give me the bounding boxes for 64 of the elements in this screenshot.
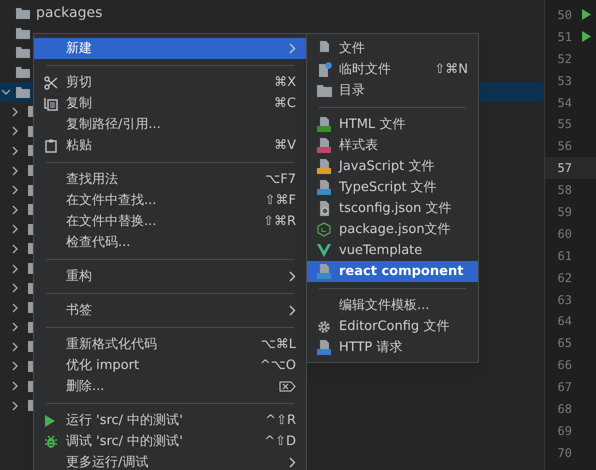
line-number: 62 (556, 270, 572, 287)
menu-item-label: 重新格式化代码 (66, 336, 158, 354)
line-number: 50 (556, 6, 572, 24)
line-number: 55 (556, 116, 572, 134)
shortcut-text: ⌥⌘L (260, 336, 296, 354)
shortcut-text: ^⌥O (260, 356, 296, 375)
line-number: 68 (556, 400, 572, 418)
line-number: 63 (556, 292, 572, 309)
menu-item-label: 目录 (339, 82, 366, 100)
menu-item-label: 检查代码... (66, 234, 132, 252)
menu-item-label: JavaScript 文件 (339, 158, 436, 176)
menu-item-label: 重构 (66, 268, 93, 286)
line-number: 66 (556, 357, 572, 374)
menu-item-label: 文件 (339, 40, 366, 58)
menu-item-label: 在文件中查找... (66, 192, 158, 210)
menu-item-label: HTML 文件 (339, 116, 406, 134)
menu-item-label: TypeScript 文件 (339, 178, 438, 197)
menu-item-label: 剪切 (66, 74, 93, 92)
line-number: 57 (556, 160, 572, 178)
line-number: 52 (556, 50, 572, 68)
line-number: 70 (556, 444, 572, 462)
menu-item-label: 临时文件 (339, 60, 392, 79)
line-number: 65 (556, 335, 572, 352)
menu-item-label: 调试 'src/ 中的测试' (66, 432, 184, 451)
tree-item-label: packages (36, 4, 102, 24)
shortcut-text: ⌘V (274, 136, 296, 155)
menu-item-label: vueTemplate (339, 242, 424, 260)
menu-item-label: 书签 (66, 302, 93, 320)
menu-item-label: 在文件中替换... (66, 212, 158, 231)
shortcut-text: ⇧⌘R (263, 212, 296, 231)
menu-item-label: react component (339, 262, 464, 281)
menu-item-label: 查找用法 (66, 170, 119, 189)
shortcut-text: ⌘X (274, 74, 296, 92)
line-number: 64 (556, 313, 572, 330)
line-number: 56 (556, 138, 572, 156)
menu-item-label: 粘贴 (66, 136, 93, 155)
line-number: 51 (556, 28, 572, 46)
line-number: 53 (556, 72, 572, 90)
line-number: 60 (556, 226, 572, 243)
line-number: 67 (556, 379, 572, 396)
line-number: 54 (556, 94, 572, 112)
shortcut-text: ⇧⌘N (434, 60, 468, 79)
line-number: 58 (556, 182, 572, 200)
shortcut-text: ^⇧R (265, 412, 296, 430)
shortcut-text: ⇧⌘F (264, 192, 296, 210)
menu-item-label: 删除... (66, 378, 106, 396)
menu-item-label: tsconfig.json 文件 (339, 200, 452, 218)
menu-item-label: HTTP 请求 (339, 338, 404, 357)
menu-item-label: 优化 import (66, 356, 140, 375)
shortcut-text: ⌘C (274, 94, 296, 113)
menu-item-label: 复制路径/引用... (66, 116, 162, 134)
shortcut-text: ⌥F7 (265, 170, 296, 189)
menu-item-label: 编辑文件模板... (339, 296, 430, 315)
menu-item-label: 更多运行/调试 (66, 454, 150, 470)
menu-item-label: 运行 'src/ 中的测试' (66, 412, 184, 430)
menu-item-label: 样式表 (339, 136, 379, 155)
line-number: 61 (556, 248, 572, 265)
menu-item-label: EditorConfig 文件 (339, 318, 450, 336)
menu-item-label: 复制 (66, 94, 93, 113)
shortcut-text: ^⇧D (264, 432, 296, 451)
menu-item-label: package.json文件 (339, 220, 452, 239)
line-number: 69 (556, 422, 572, 440)
line-number: 59 (556, 204, 572, 221)
menu-item-label: 新建 (66, 40, 93, 58)
